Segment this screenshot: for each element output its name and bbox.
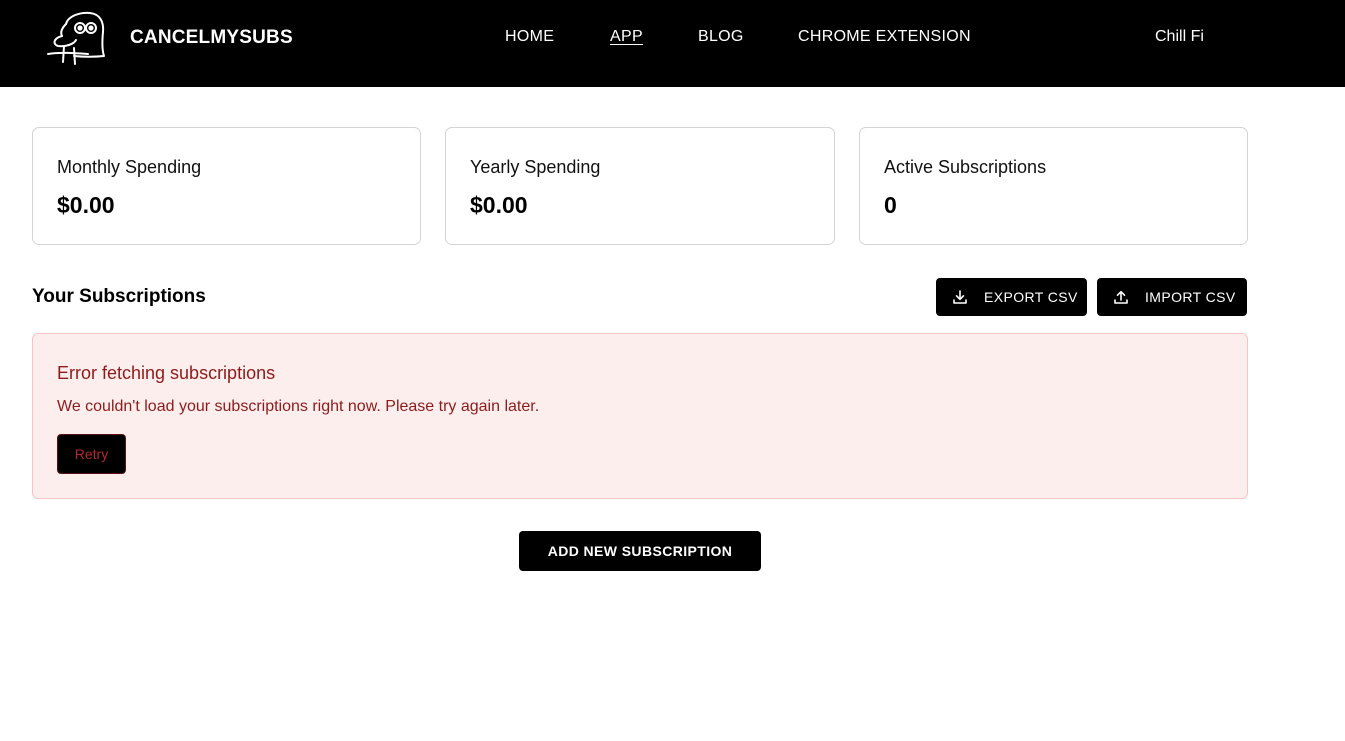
nav-blog[interactable]: BLOG — [698, 28, 744, 46]
nav-app[interactable]: APP — [610, 28, 643, 46]
nav-home[interactable]: HOME — [505, 28, 554, 46]
export-csv-label: EXPORT CSV — [984, 289, 1078, 305]
brand[interactable]: CANCELMYSUBS — [44, 10, 293, 68]
export-csv-button[interactable]: EXPORT CSV — [936, 278, 1087, 316]
upload-icon — [1114, 290, 1128, 304]
error-alert: Error fetching subscriptions We couldn't… — [32, 333, 1248, 499]
download-icon — [953, 290, 967, 304]
retry-button[interactable]: Retry — [57, 434, 126, 474]
doodle-bird-icon — [47, 11, 105, 65]
stat-label: Active Subscriptions — [884, 157, 1047, 177]
stat-value: $0.00 — [57, 192, 115, 218]
monthly-spending-card: Monthly Spending $0.00 — [32, 127, 421, 245]
error-title: Error fetching subscriptions — [57, 363, 276, 383]
user-menu[interactable]: Chill Fi — [1155, 28, 1204, 46]
active-subscriptions-card: Active Subscriptions 0 — [859, 127, 1248, 245]
stat-label: Yearly Spending — [470, 157, 601, 177]
add-new-subscription-button[interactable]: ADD NEW SUBSCRIPTION — [519, 531, 761, 571]
top-navigation-bar: CANCELMYSUBS HOME APP BLOG CHROME EXTENS… — [0, 0, 1345, 87]
import-csv-button[interactable]: IMPORT CSV — [1097, 278, 1247, 316]
import-csv-label: IMPORT CSV — [1145, 289, 1236, 305]
brand-name[interactable]: CANCELMYSUBS — [130, 27, 293, 49]
error-message: We couldn't load your subscriptions righ… — [57, 398, 540, 415]
stat-value: $0.00 — [470, 192, 528, 218]
stat-value: 0 — [884, 192, 897, 218]
stat-label: Monthly Spending — [57, 157, 202, 177]
nav-chrome-extension[interactable]: CHROME EXTENSION — [798, 28, 971, 46]
subscriptions-heading: Your Subscriptions — [32, 286, 206, 307]
yearly-spending-card: Yearly Spending $0.00 — [445, 127, 835, 245]
